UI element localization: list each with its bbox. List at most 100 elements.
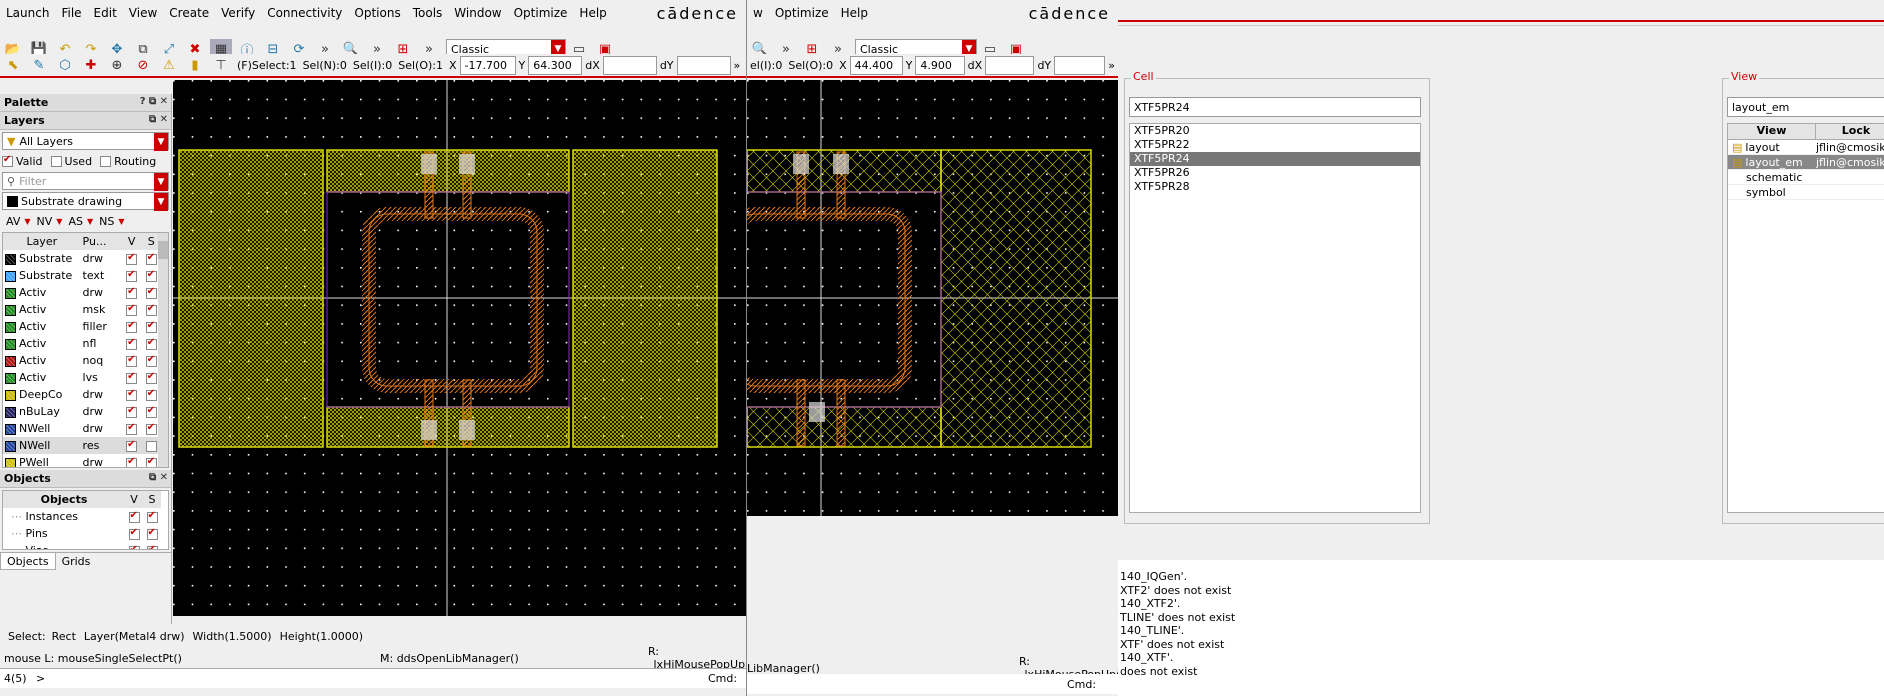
selectable-checkbox[interactable] <box>145 303 157 316</box>
layout-canvas-right[interactable] <box>747 80 1118 516</box>
routing-checkbox[interactable] <box>100 155 112 167</box>
selectable-checkbox[interactable] <box>145 337 157 350</box>
visible-checkbox[interactable] <box>126 405 138 418</box>
selectable-checkbox[interactable] <box>145 354 157 367</box>
layer-table-scrollbar[interactable] <box>158 233 168 467</box>
warning-icon[interactable]: ⚠ <box>158 55 180 75</box>
menu-tools[interactable]: Tools <box>407 6 449 20</box>
view-row[interactable]: ▤ layout jflin@cmosiki <box>1728 140 1884 155</box>
menu-help[interactable]: Help <box>835 6 874 20</box>
visible-checkbox[interactable] <box>126 320 138 333</box>
menu-options[interactable]: Options <box>348 6 406 20</box>
menu-window[interactable]: Window <box>448 6 507 20</box>
lock-column-header[interactable]: Lock <box>1816 124 1884 139</box>
chevron-down-icon[interactable]: ▼ <box>87 217 93 226</box>
menu-optimize[interactable]: Optimize <box>508 6 574 20</box>
chevron-down-icon[interactable]: ▼ <box>56 217 62 226</box>
cell-item[interactable]: XTF5PR24 <box>1130 152 1420 166</box>
zoom-area-icon[interactable]: ⊕ <box>106 55 128 75</box>
x-coord-input[interactable]: -17.700 <box>459 55 516 75</box>
object-row[interactable]: ⋯ Pins <box>3 525 161 542</box>
cell-filter-input[interactable]: XTF5PR24 <box>1129 97 1421 117</box>
layer-row[interactable]: Substrate drw <box>3 250 161 267</box>
cell-item[interactable]: XTF5PR22 <box>1130 138 1420 152</box>
layer-row[interactable]: Activ nfl <box>3 335 161 352</box>
ruler-icon[interactable]: ✚ <box>80 55 102 75</box>
menu-launch[interactable]: Launch <box>0 6 55 20</box>
view-table[interactable]: View Lock ▤ layout jflin@cmosiki ▤ layout_em… <box>1727 123 1884 513</box>
x-coord-input[interactable]: 44.400 <box>849 55 903 75</box>
visible-checkbox[interactable] <box>126 422 138 435</box>
object-row[interactable]: ⋯ Instances <box>3 508 161 525</box>
selectable-checkbox[interactable] <box>146 510 158 523</box>
current-layer-select[interactable]: Substrate drawing ▼ <box>2 192 169 211</box>
probe-icon[interactable]: ⊘ <box>132 55 154 75</box>
chevron-down-icon[interactable]: ▼ <box>24 217 30 226</box>
selectable-checkbox[interactable] <box>146 527 158 540</box>
layer-row[interactable]: Activ lvs <box>3 369 161 386</box>
selectable-checkbox[interactable] <box>145 422 157 435</box>
tab-objects[interactable]: Objects <box>0 553 56 570</box>
view-column-header[interactable]: View <box>1728 124 1816 139</box>
menu-create[interactable]: Create <box>163 6 215 20</box>
selectable-checkbox[interactable] <box>145 286 157 299</box>
view-row[interactable]: schematic <box>1728 170 1884 185</box>
cell-item[interactable]: XTF5PR26 <box>1130 166 1420 180</box>
cell-item[interactable]: XTF5PR20 <box>1130 124 1420 138</box>
vis-button-ns[interactable]: NS <box>99 215 114 228</box>
visible-checkbox[interactable] <box>126 337 138 350</box>
menu-optimize[interactable]: Optimize <box>769 6 835 20</box>
menu-view[interactable]: View <box>123 6 163 20</box>
dx-input[interactable] <box>602 55 657 75</box>
layer-row[interactable]: Activ noq <box>3 352 161 369</box>
more-icon[interactable]: » <box>1108 59 1115 72</box>
layer-row[interactable]: Activ drw <box>3 284 161 301</box>
cell-list[interactable]: XTF5PR20 XTF5PR22 XTF5PR24 XTF5PR26 XTF5PR28 <box>1129 123 1421 513</box>
layer-row[interactable]: Substrate text <box>3 267 161 284</box>
vis-button-av[interactable]: AV <box>6 215 20 228</box>
visible-checkbox[interactable] <box>128 527 140 540</box>
visible-column-header[interactable]: V <box>122 233 142 250</box>
layer-row[interactable]: NWell res <box>3 437 161 454</box>
visible-checkbox[interactable] <box>126 286 138 299</box>
marker-icon[interactable]: ▮ <box>184 55 206 75</box>
panel-controls-icon[interactable]: ⧉ ✕ <box>149 472 168 483</box>
menu-connectivity[interactable]: Connectivity <box>261 6 348 20</box>
view-row[interactable]: symbol <box>1728 185 1884 200</box>
view-row[interactable]: ▤ layout_em jflin@cmosiki <box>1728 155 1884 170</box>
selectable-column-header[interactable]: S <box>143 491 161 508</box>
visible-checkbox[interactable] <box>126 388 138 401</box>
layer-row[interactable]: DeepCo drw <box>3 386 161 403</box>
layer-row[interactable]: Activ filler <box>3 318 161 335</box>
visible-checkbox[interactable] <box>126 354 138 367</box>
menu-file[interactable]: File <box>55 6 87 20</box>
layer-row[interactable]: NWell drw <box>3 420 161 437</box>
selectable-checkbox[interactable] <box>145 371 157 384</box>
cell-item[interactable]: XTF5PR28 <box>1130 180 1420 194</box>
selectable-checkbox[interactable] <box>145 388 157 401</box>
visible-checkbox[interactable] <box>128 544 140 549</box>
selectable-checkbox[interactable] <box>145 440 157 452</box>
y-coord-input[interactable]: 64.300 <box>528 55 583 75</box>
dy-input[interactable] <box>676 55 731 75</box>
visible-checkbox[interactable] <box>126 303 138 316</box>
selectable-checkbox[interactable] <box>145 252 157 265</box>
visible-checkbox[interactable] <box>126 439 138 452</box>
purpose-column-header[interactable]: Pu... <box>81 233 122 250</box>
more-icon[interactable]: » <box>734 59 741 72</box>
layer-table[interactable]: Layer Pu... V S Substrate drw Substrate … <box>2 232 169 468</box>
via-icon[interactable]: ⬡ <box>54 55 76 75</box>
selectable-checkbox[interactable] <box>145 456 157 467</box>
used-checkbox[interactable] <box>50 155 62 167</box>
visible-checkbox[interactable] <box>126 252 138 265</box>
menu-window-partial[interactable]: w <box>747 6 769 20</box>
object-row[interactable]: ⋯ Vias <box>3 542 161 549</box>
valid-checkbox[interactable] <box>2 154 13 167</box>
vis-button-nv[interactable]: NV <box>37 215 53 228</box>
layout-canvas-left[interactable] <box>173 80 746 616</box>
selectable-checkbox[interactable] <box>145 320 157 333</box>
visible-checkbox[interactable] <box>126 371 138 384</box>
chevron-down-icon[interactable]: ▼ <box>118 217 124 226</box>
visible-checkbox[interactable] <box>126 269 138 282</box>
menu-edit[interactable]: Edit <box>88 6 123 20</box>
